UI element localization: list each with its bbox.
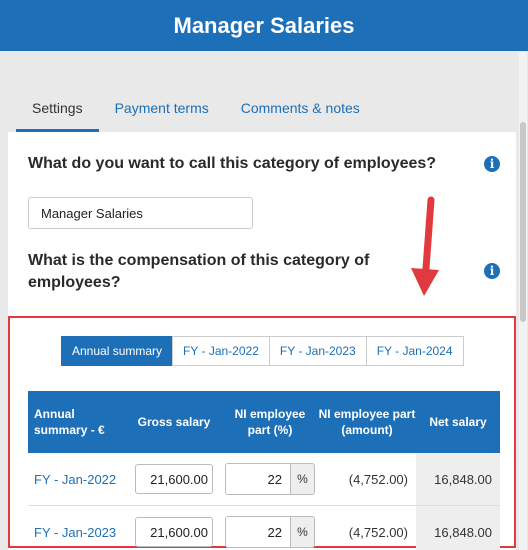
row-period-link[interactable]: FY - Jan-2023	[28, 506, 126, 550]
subtab-fy-jan-2024[interactable]: FY - Jan-2024	[365, 336, 464, 366]
compensation-grid: Annual summary - € Gross salary NI emplo…	[28, 391, 500, 550]
ni-percent-field: %	[225, 463, 315, 495]
settings-panel: What do you want to call this category o…	[8, 132, 516, 550]
grid-header: Annual summary - € Gross salary NI emplo…	[28, 391, 500, 453]
red-arrow-annotation	[411, 196, 439, 296]
percent-addon: %	[290, 464, 314, 494]
scrollbar-thumb[interactable]	[520, 122, 526, 322]
gross-salary-input[interactable]	[135, 464, 213, 494]
table-row: FY - Jan-2022 % (4,752.00) 16,848.00	[28, 453, 500, 506]
header-net-salary: Net salary	[429, 415, 487, 429]
gross-salary-cell	[126, 453, 222, 505]
category-name-question: What do you want to call this category o…	[28, 155, 437, 172]
header-ni-amount: NI employee part (amount)	[318, 407, 416, 437]
ni-percent-cell: %	[222, 453, 318, 505]
net-salary-value: 16,848.00	[416, 506, 500, 550]
ni-amount-value: (4,752.00)	[348, 471, 408, 487]
ni-percent-field: %	[225, 516, 315, 548]
header-period: Annual summary - €	[34, 407, 105, 437]
subtab-fy-jan-2022[interactable]: FY - Jan-2022	[172, 336, 270, 366]
table-row: FY - Jan-2023 % (4,752.00) 16,848.00	[28, 506, 500, 550]
info-icon[interactable]: i	[484, 156, 500, 172]
info-icon[interactable]: i	[484, 263, 500, 279]
app-header: Manager Salaries	[0, 0, 528, 51]
tab-payment-terms[interactable]: Payment terms	[99, 90, 225, 132]
period-tabs: Annual summary FY - Jan-2022 FY - Jan-20…	[61, 336, 464, 366]
ni-amount-value: (4,752.00)	[348, 524, 408, 540]
scrollbar[interactable]	[519, 52, 527, 550]
tab-settings[interactable]: Settings	[16, 90, 99, 132]
gross-salary-cell	[126, 506, 222, 550]
ni-percent-input[interactable]	[226, 517, 290, 547]
tab-bar: Settings Payment terms Comments & notes	[16, 90, 376, 132]
category-name-input[interactable]	[28, 197, 253, 229]
net-salary-value: 16,848.00	[416, 453, 500, 505]
percent-addon: %	[290, 517, 314, 547]
page-title: Manager Salaries	[173, 12, 355, 38]
gross-salary-input[interactable]	[135, 517, 213, 547]
subtab-fy-jan-2023[interactable]: FY - Jan-2023	[268, 336, 367, 366]
header-gross-salary: Gross salary	[137, 415, 211, 429]
subtab-annual-summary[interactable]: Annual summary	[61, 336, 174, 366]
header-ni-percent: NI employee part (%)	[234, 407, 306, 437]
compensation-question: What is the compensation of this categor…	[28, 252, 370, 291]
row-period-link[interactable]: FY - Jan-2022	[28, 453, 126, 505]
ni-percent-cell: %	[222, 506, 318, 550]
tab-comments-notes[interactable]: Comments & notes	[225, 90, 376, 132]
ni-percent-input[interactable]	[226, 464, 290, 494]
